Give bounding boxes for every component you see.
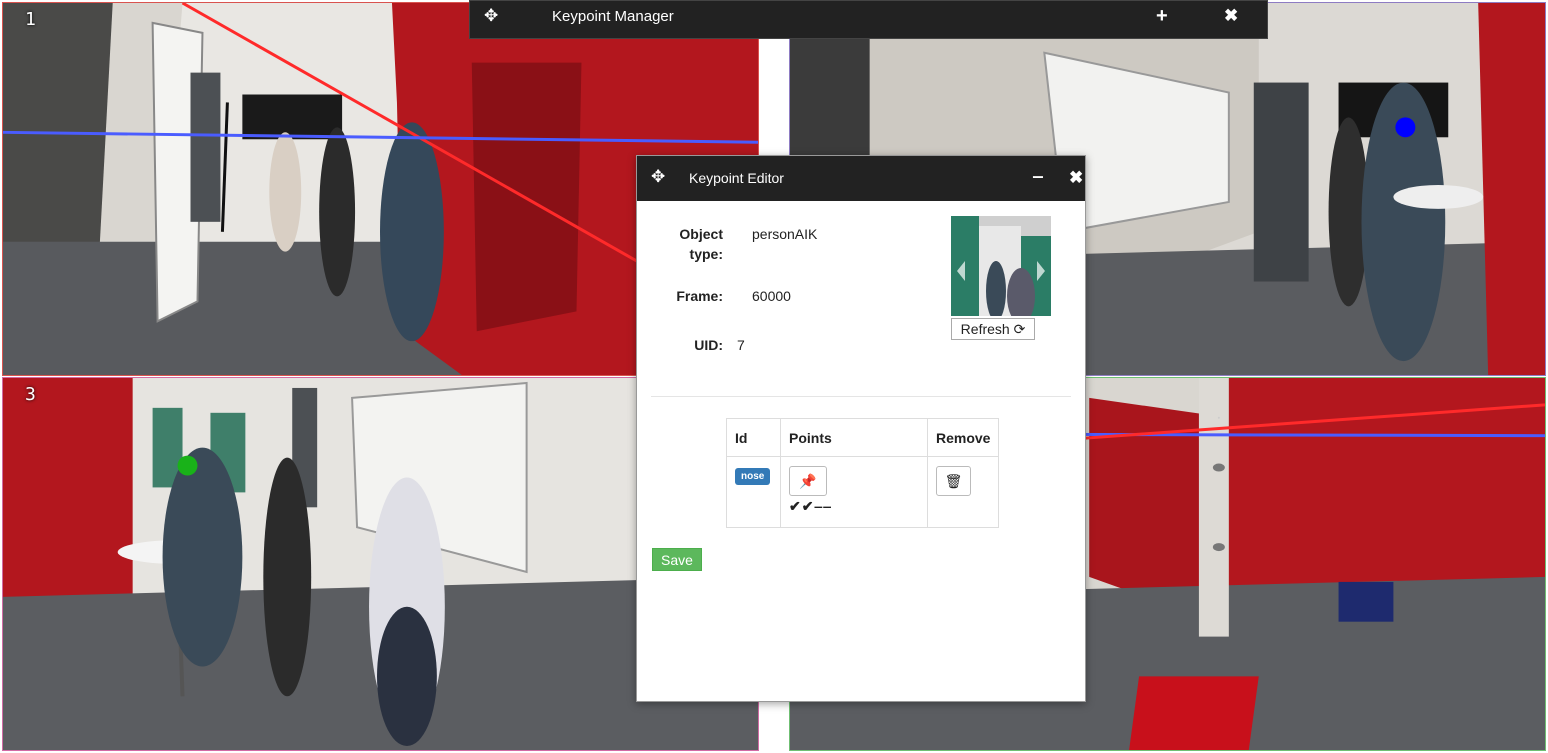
view-number-label: 1 bbox=[25, 9, 36, 30]
keypoint-editor-title: Keypoint Editor bbox=[689, 170, 784, 186]
table-header-points: Points bbox=[780, 418, 928, 457]
minimize-icon[interactable]: ‒ bbox=[1033, 166, 1043, 187]
uid-value: 7 bbox=[737, 337, 745, 353]
frame-value: 60000 bbox=[752, 288, 791, 304]
pin-icon: 📌 bbox=[799, 472, 817, 489]
delete-button[interactable]: 🗑 bbox=[936, 466, 971, 496]
object-type-value: personAIK bbox=[752, 226, 818, 242]
table-header-remove: Remove bbox=[926, 418, 1000, 457]
refresh-icon: ⟳ bbox=[1013, 321, 1026, 337]
trash-icon: 🗑 bbox=[944, 472, 963, 489]
close-icon[interactable]: ✖ bbox=[1069, 168, 1083, 188]
object-type-label: Object type: bbox=[679, 226, 723, 262]
keypoint-manager-panel: ✥ Keypoint Manager + ✖ bbox=[469, 0, 1268, 39]
plus-icon[interactable]: + bbox=[1156, 5, 1168, 28]
refresh-button-label: Refresh bbox=[960, 321, 1010, 337]
close-icon[interactable]: ✖ bbox=[1224, 6, 1238, 26]
pin-button[interactable]: 📌 bbox=[789, 466, 827, 496]
keypoint-points-cell: 📌 ✔✔‒‒ bbox=[780, 456, 928, 528]
table-row: nose 📌 ✔✔‒‒ 🗑 bbox=[726, 456, 1000, 528]
keypoint-id-cell: nose bbox=[726, 456, 781, 528]
keypoint-id-badge[interactable]: nose bbox=[735, 468, 771, 485]
keypoint-remove-cell: 🗑 bbox=[926, 456, 1000, 528]
keypoint-table: Id Points Remove nose 📌 ✔✔‒‒ 🗑 bbox=[726, 418, 1000, 528]
refresh-button[interactable]: Refresh ⟳ bbox=[951, 318, 1035, 340]
points-status: ✔✔‒‒ bbox=[789, 498, 833, 514]
keypoint-editor-dialog: ✥ Keypoint Editor ‒ ✖ Object type: perso… bbox=[636, 155, 1086, 702]
uid-label: UID: bbox=[694, 337, 723, 353]
move-icon[interactable]: ✥ bbox=[484, 6, 498, 26]
view-number-label: 3 bbox=[25, 384, 36, 405]
move-icon[interactable]: ✥ bbox=[651, 167, 665, 187]
save-button[interactable]: Save bbox=[652, 548, 702, 571]
section-divider bbox=[651, 396, 1071, 397]
frame-label: Frame: bbox=[676, 288, 723, 304]
keypoint-editor-header[interactable]: ✥ Keypoint Editor ‒ ✖ bbox=[637, 156, 1085, 201]
table-header-id: Id bbox=[726, 418, 781, 457]
object-thumbnail bbox=[951, 216, 1051, 316]
keypoint-manager-title: Keypoint Manager bbox=[552, 8, 674, 25]
